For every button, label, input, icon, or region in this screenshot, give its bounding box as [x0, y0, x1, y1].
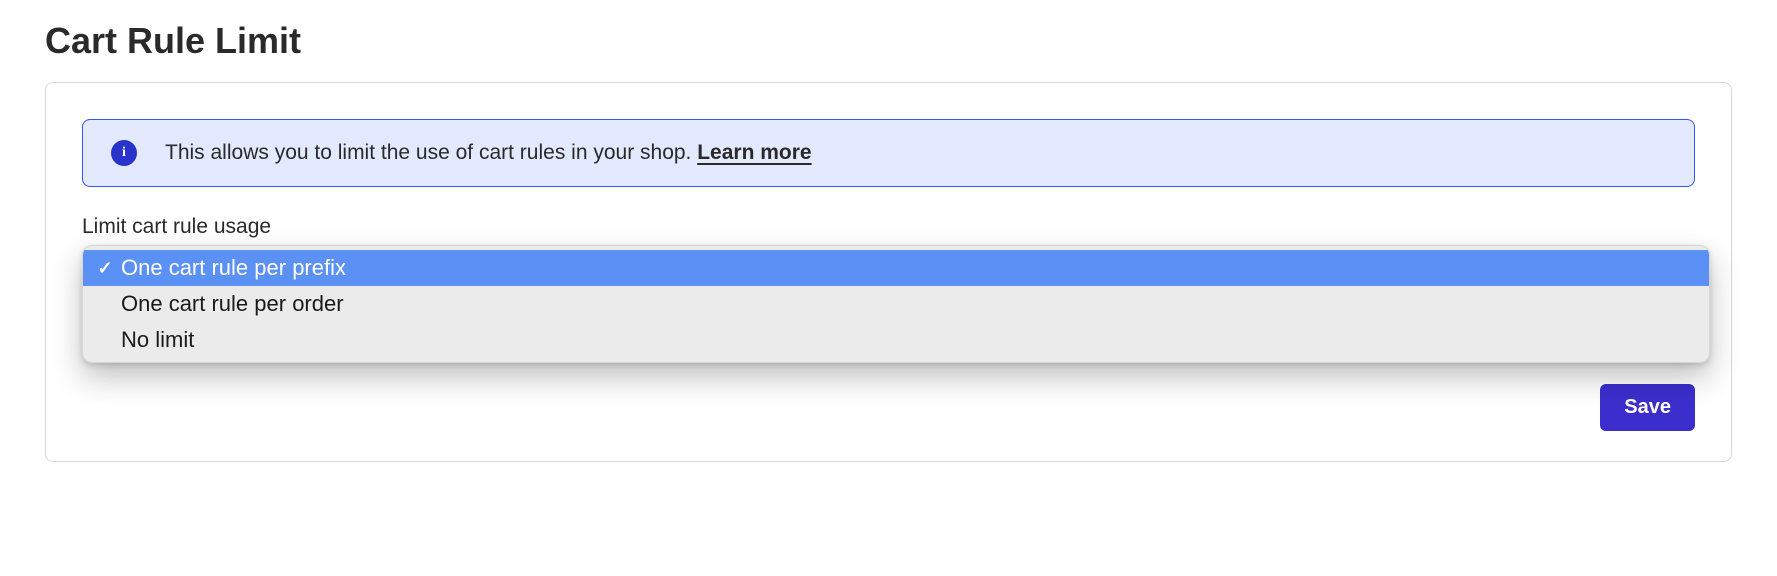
save-button[interactable]: Save: [1600, 384, 1695, 431]
check-icon: ✓: [97, 258, 113, 279]
info-text: This allows you to limit the use of cart…: [165, 141, 812, 165]
option-per-order[interactable]: ✓ One cart rule per order: [83, 286, 1709, 322]
settings-card: i This allows you to limit the use of ca…: [45, 82, 1732, 462]
learn-more-link[interactable]: Learn more: [697, 141, 811, 164]
option-per-prefix[interactable]: ✓ One cart rule per prefix: [83, 250, 1709, 286]
actions-row: Save: [82, 384, 1695, 431]
option-label: One cart rule per prefix: [121, 255, 346, 281]
limit-usage-label: Limit cart rule usage: [82, 215, 1695, 239]
info-message: This allows you to limit the use of cart…: [165, 141, 697, 164]
info-banner: i This allows you to limit the use of ca…: [82, 119, 1695, 187]
page-title: Cart Rule Limit: [45, 20, 1732, 62]
option-label: One cart rule per order: [121, 291, 344, 317]
option-label: No limit: [121, 327, 194, 353]
info-icon: i: [111, 140, 137, 166]
limit-usage-dropdown: ✓ One cart rule per prefix ✓ One cart ru…: [82, 245, 1710, 363]
option-no-limit[interactable]: ✓ No limit: [83, 322, 1709, 358]
